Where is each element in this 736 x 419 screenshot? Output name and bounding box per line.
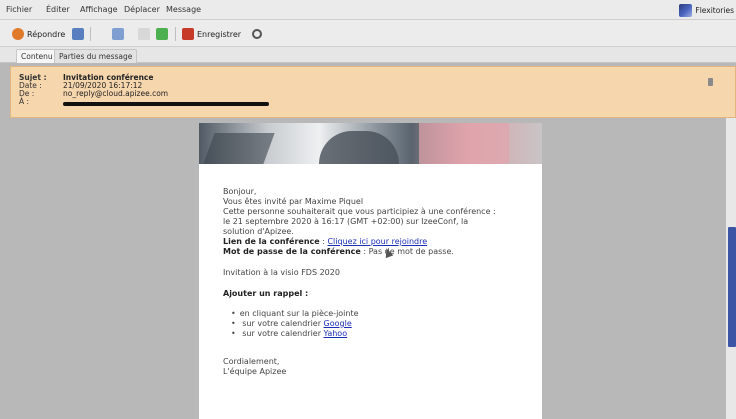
description-line-2: le 21 septembre 2020 à 16:17 (GMT +02:00… bbox=[223, 217, 469, 226]
closing: Cordialement, bbox=[223, 357, 280, 366]
from-value[interactable]: no_reply@cloud.apizee.com bbox=[63, 90, 168, 98]
description-line-1: Cette personne souhaiterait que vous par… bbox=[223, 207, 496, 216]
toolbar: Répondre Enregistrer bbox=[0, 20, 736, 47]
conference-topic: Invitation à la visio FDS 2020 bbox=[223, 268, 340, 277]
menu-editer[interactable]: Éditer bbox=[46, 5, 70, 14]
conference-link-row: Lien de la conférence : Cliquez ici pour… bbox=[223, 237, 427, 247]
attachment-icon[interactable] bbox=[708, 78, 713, 86]
toolbar-separator bbox=[90, 27, 91, 41]
menu-bar: Fichier Éditer Affichage Déplacer Messag… bbox=[0, 0, 736, 20]
flag-button[interactable] bbox=[138, 26, 150, 42]
reply-label: Répondre bbox=[27, 29, 66, 39]
save-button[interactable]: Enregistrer bbox=[182, 26, 241, 42]
reply-all-icon bbox=[72, 28, 84, 40]
save-label: Enregistrer bbox=[197, 29, 242, 39]
from-row: De : no_reply@cloud.apizee.com bbox=[19, 90, 168, 98]
invited-by: Vous êtes invité par Maxime Piquel bbox=[223, 197, 364, 206]
greeting: Bonjour, bbox=[223, 187, 257, 196]
password-label: Mot de passe de la conférence bbox=[223, 247, 361, 256]
app-logo-icon bbox=[679, 4, 693, 17]
menu-fichier[interactable]: Fichier bbox=[6, 5, 32, 14]
move-icon bbox=[156, 28, 168, 40]
description-line-3: solution d'Apizee. bbox=[223, 227, 294, 236]
join-link[interactable]: Cliquez ici pour rejoindre bbox=[327, 237, 427, 246]
message-header: Sujet : Invitation conférence Date : 21/… bbox=[10, 66, 736, 118]
menu-affichage[interactable]: Affichage bbox=[80, 5, 118, 14]
conference-link-label: Lien de la conférence bbox=[223, 237, 320, 246]
reply-button[interactable]: Répondre bbox=[12, 26, 65, 42]
flag-icon bbox=[138, 28, 150, 40]
forward-icon bbox=[112, 28, 124, 40]
email-body: Bonjour, Vous êtes invité par Maxime Piq… bbox=[199, 123, 542, 419]
to-label: À : bbox=[19, 97, 30, 106]
move-button[interactable] bbox=[156, 26, 168, 42]
signature: L'équipe Apizee bbox=[223, 367, 287, 376]
tab-parties-du-message[interactable]: Parties du message bbox=[54, 49, 138, 63]
search-button[interactable] bbox=[252, 26, 262, 42]
brand-name: Flexitories bbox=[695, 6, 734, 15]
google-calendar-link[interactable]: Google bbox=[324, 319, 352, 328]
scrollbar-thumb[interactable] bbox=[728, 227, 736, 347]
toolbar-separator bbox=[175, 27, 176, 41]
reply-all-button[interactable] bbox=[72, 26, 84, 42]
hero-image bbox=[199, 123, 542, 164]
yahoo-calendar-link[interactable]: Yahoo bbox=[324, 329, 348, 338]
menu-message[interactable]: Message bbox=[166, 5, 201, 14]
reminder-title: Ajouter un rappel : bbox=[223, 289, 308, 299]
reply-icon bbox=[12, 28, 24, 40]
password-row: Mot de passe de la conférence : Pas de m… bbox=[223, 247, 454, 257]
reminder-google-prefix: sur votre calendrier bbox=[242, 319, 324, 328]
menu-deplacer[interactable]: Déplacer bbox=[124, 5, 160, 14]
password-value: : Pas de mot de passe. bbox=[360, 247, 454, 256]
reminder-yahoo-prefix: sur votre calendrier bbox=[242, 329, 324, 338]
app-brand: Flexitories bbox=[679, 3, 734, 18]
forward-button[interactable] bbox=[112, 26, 124, 42]
save-icon bbox=[182, 28, 194, 40]
reminder-yahoo: sur votre calendrier Yahoo bbox=[231, 329, 347, 339]
message-tabs: Contenu Parties du message bbox=[0, 47, 736, 63]
reminder-attachment: en cliquant sur la pièce-jointe bbox=[231, 309, 359, 319]
reminder-google: sur votre calendrier Google bbox=[231, 319, 352, 329]
tab-contenu[interactable]: Contenu bbox=[16, 49, 58, 63]
reminder-title-text: Ajouter un rappel : bbox=[223, 289, 309, 298]
search-icon bbox=[252, 29, 262, 39]
redacted-recipient bbox=[63, 102, 269, 106]
to-row: À : bbox=[19, 98, 63, 106]
